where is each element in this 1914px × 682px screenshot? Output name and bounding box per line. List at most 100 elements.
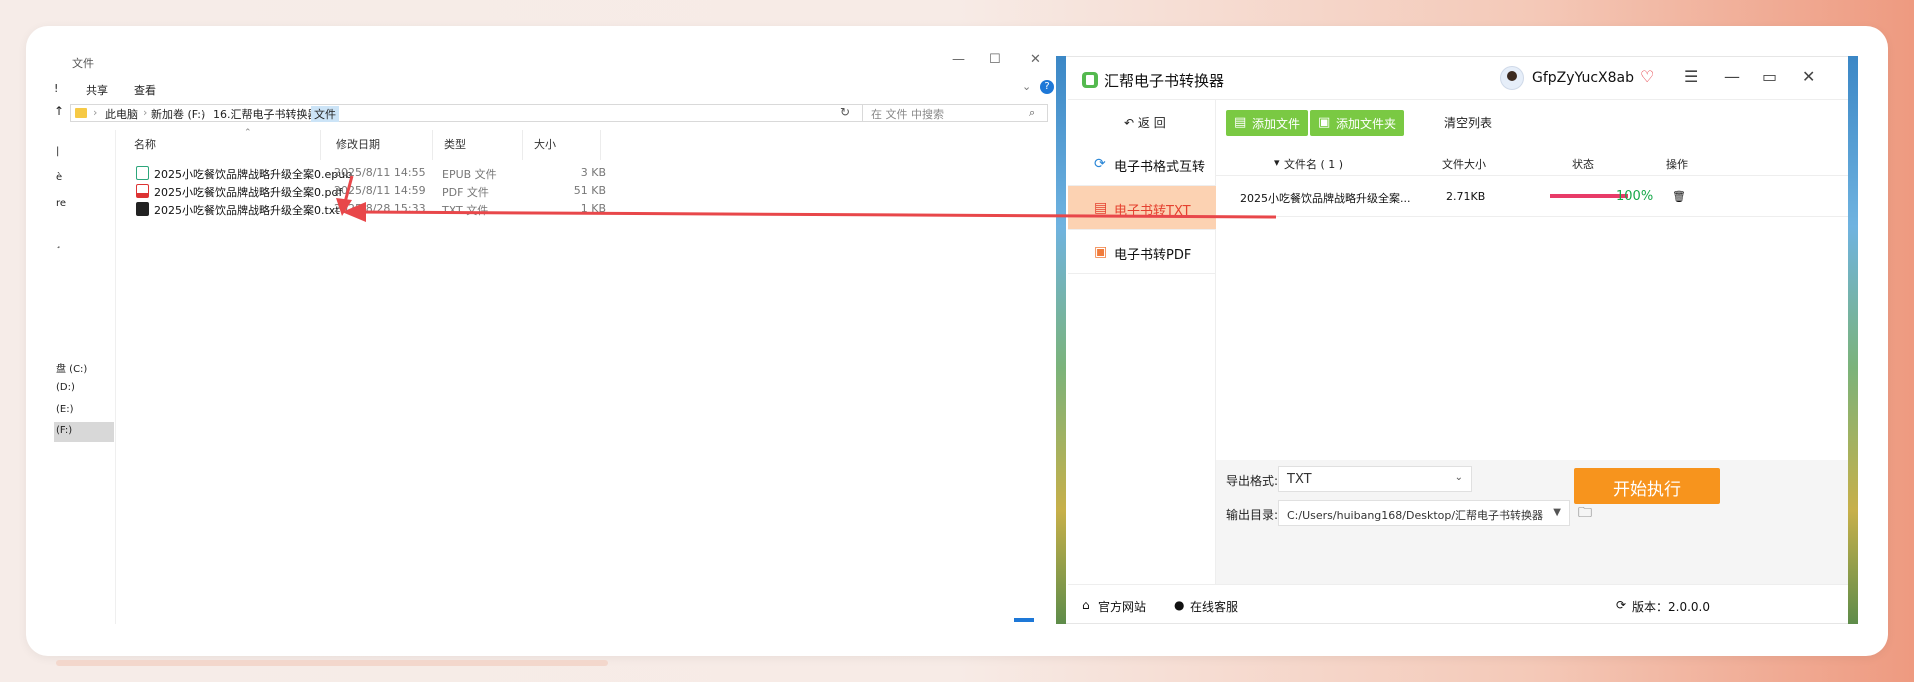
clear-list-button[interactable]: 清空列表 bbox=[1444, 114, 1492, 131]
search-input[interactable]: 在 文件 中搜索 ⌕ bbox=[862, 104, 1048, 122]
address-bar[interactable]: › 此电脑 › 新加卷 (F:) › 16.汇帮电子书转换器 › 文件 ⌄ bbox=[70, 104, 890, 122]
nav-item-drive-e[interactable]: (E:) bbox=[56, 404, 74, 415]
file-size: 3 KB bbox=[580, 166, 606, 179]
sidebar-item-to-pdf[interactable]: ▣ 电子书转PDF bbox=[1068, 230, 1216, 274]
explorer-titlebar: 文件 — ☐ ✕ bbox=[54, 52, 1056, 70]
folder-icon bbox=[75, 108, 87, 118]
table-row[interactable]: 2025小吃餐饮品牌战略升级全案... 2.71KB 100% 🗑 bbox=[1216, 177, 1848, 217]
website-link[interactable]: 官方网站 bbox=[1098, 598, 1146, 615]
maximize-icon[interactable]: ▭ bbox=[1762, 67, 1777, 86]
export-format-label: 导出格式: bbox=[1226, 474, 1279, 488]
file-row[interactable]: 2025小吃餐饮品牌战略升级全案0.epub 2025/8/11 14:55 E… bbox=[134, 164, 734, 182]
file-size: 1 KB bbox=[580, 202, 606, 215]
column-divider[interactable] bbox=[600, 130, 601, 160]
column-header-date[interactable]: 修改日期 bbox=[336, 136, 380, 156]
back-arrow-icon: ↶ bbox=[1124, 116, 1135, 130]
output-dir-label: 输出目录: bbox=[1226, 508, 1279, 522]
refresh-icon[interactable]: ↻ bbox=[840, 105, 850, 119]
sidebar-item-to-txt[interactable]: ▤ 电子书转TXT bbox=[1068, 186, 1216, 230]
output-dir-select[interactable]: C:/Users/huibang168/Desktop/汇帮电子书转换器 ▼ bbox=[1278, 500, 1570, 526]
folder-open-icon[interactable]: 🗀 bbox=[1578, 502, 1592, 526]
column-header-action: 操作 bbox=[1666, 158, 1688, 171]
export-settings: 导出格式: TXT ⌄ 开始执行 输出目录: C:/Users/huibang1… bbox=[1216, 460, 1848, 584]
txt-icon bbox=[136, 202, 149, 216]
breadcrumb-sep-icon: › bbox=[143, 106, 148, 119]
menu-icon[interactable]: ☰ bbox=[1684, 67, 1698, 86]
breadcrumb-current[interactable]: 文件 bbox=[311, 106, 339, 122]
row-filename: 2025小吃餐饮品牌战略升级全案... bbox=[1240, 192, 1411, 205]
background-scenery bbox=[1848, 56, 1858, 624]
nav-item-drive-f[interactable]: (F:) bbox=[54, 422, 114, 442]
back-label: 返 回 bbox=[1137, 116, 1166, 130]
chevron-down-icon[interactable]: ⌄ bbox=[1022, 80, 1031, 93]
file-row[interactable]: 2025小吃餐饮品牌战略升级全案0.pdf 2025/8/11 14:59 PD… bbox=[134, 182, 734, 200]
app-sidebar: ↶ 返 回 ⟳ 电子书格式互转 ▤ 电子书转TXT ▣ 电子书转PDF bbox=[1068, 100, 1216, 584]
username[interactable]: GfpZyYucX8ab bbox=[1532, 70, 1634, 86]
pdf-icon: ▣ bbox=[1094, 244, 1108, 260]
column-header-size[interactable]: 大小 bbox=[534, 136, 556, 156]
progress-percent: 100% bbox=[1616, 189, 1654, 204]
support-link[interactable]: 在线客服 bbox=[1190, 598, 1238, 615]
app-main: ▤ 添加文件 ▣ 添加文件夹 清空列表 ▾ 文件名 ( 1 ) 文件大小 状态 … bbox=[1216, 100, 1848, 584]
maximize-icon[interactable]: ☐ bbox=[989, 52, 1001, 67]
chevron-down-icon: ⌄ bbox=[1454, 472, 1463, 483]
start-button[interactable]: 开始执行 bbox=[1574, 468, 1720, 504]
nav-item-drive-c[interactable]: 盘 (C:) bbox=[56, 360, 87, 375]
export-format-value: TXT bbox=[1287, 472, 1312, 487]
sort-down-icon[interactable]: ▾ bbox=[1274, 156, 1280, 169]
back-button[interactable]: ↶ 返 回 bbox=[1124, 114, 1166, 131]
app-title: 汇帮电子书转换器 bbox=[1104, 72, 1225, 90]
minimize-icon[interactable]: — bbox=[1724, 67, 1740, 86]
breadcrumb-this-pc[interactable]: 此电脑 bbox=[105, 106, 138, 122]
vip-heart-icon[interactable]: ♡ bbox=[1640, 67, 1654, 86]
help-icon[interactable]: ? bbox=[1040, 80, 1054, 94]
column-header-name[interactable]: 名称 bbox=[134, 136, 156, 156]
app-logo-icon bbox=[1082, 72, 1098, 88]
home-icon: ⌂ bbox=[1082, 598, 1090, 612]
minimize-icon[interactable]: — bbox=[952, 52, 965, 67]
file-date: 2025/8/11 14:59 bbox=[334, 184, 426, 197]
column-header-filesize: 文件大小 bbox=[1442, 158, 1486, 171]
add-folder-label: 添加文件夹 bbox=[1336, 117, 1397, 131]
file-row[interactable]: 2025小吃餐饮品牌战略升级全案0.txt 2025/8/28 15:33 TX… bbox=[134, 200, 734, 218]
nav-item[interactable]: è bbox=[56, 172, 62, 183]
close-icon[interactable]: ✕ bbox=[1802, 67, 1815, 86]
breadcrumb-volume-f[interactable]: 新加卷 (F:) bbox=[151, 106, 205, 122]
document-icon: ▤ bbox=[1094, 200, 1108, 216]
export-format-select[interactable]: TXT ⌄ bbox=[1278, 466, 1472, 492]
file-name: 2025小吃餐饮品牌战略升级全案0.txt bbox=[154, 204, 340, 217]
view-toggle[interactable] bbox=[1014, 618, 1034, 622]
epub-icon bbox=[136, 166, 149, 180]
column-header-status: 状态 bbox=[1572, 158, 1594, 171]
column-divider[interactable] bbox=[432, 130, 433, 160]
close-icon[interactable]: ✕ bbox=[1030, 52, 1041, 67]
avatar[interactable] bbox=[1500, 66, 1524, 90]
file-type: PDF 文件 bbox=[442, 186, 489, 199]
nav-item[interactable]: | bbox=[56, 146, 59, 157]
converter-app: 汇帮电子书转换器 GfpZyYucX8ab ♡ ☰ — ▭ ✕ ↶ 返 回 ⟳ … bbox=[1068, 58, 1848, 622]
pdf-icon bbox=[136, 184, 149, 198]
sidebar-item-format-convert[interactable]: ⟳ 电子书格式互转 bbox=[1068, 142, 1216, 186]
column-divider[interactable] bbox=[522, 130, 523, 160]
breadcrumb-sep-icon: › bbox=[93, 106, 98, 119]
sidebar-item-label: 电子书转PDF bbox=[1114, 248, 1192, 263]
nav-item[interactable]: ¸ bbox=[56, 238, 61, 249]
add-folder-button[interactable]: ▣ 添加文件夹 bbox=[1310, 110, 1405, 136]
file-type: EPUB 文件 bbox=[442, 168, 497, 181]
update-icon: ⟳ bbox=[1616, 598, 1627, 612]
folder-plus-icon: ▣ bbox=[1318, 115, 1331, 130]
column-header-filename[interactable]: 文件名 ( 1 ) bbox=[1284, 156, 1343, 172]
ribbon-tab-share[interactable]: 共享 bbox=[86, 82, 108, 98]
column-divider[interactable] bbox=[320, 130, 321, 160]
column-header-type[interactable]: 类型 bbox=[444, 136, 466, 156]
nav-item-drive-d[interactable]: (D:) bbox=[56, 382, 75, 393]
caret-down-icon: ▼ bbox=[1553, 507, 1561, 518]
ribbon-tab-view[interactable]: 查看 bbox=[134, 82, 156, 98]
background-scenery bbox=[1056, 56, 1066, 624]
file-date: 2025/8/11 14:55 bbox=[334, 166, 426, 179]
search-placeholder: 在 文件 中搜索 bbox=[871, 108, 944, 121]
add-file-button[interactable]: ▤ 添加文件 bbox=[1226, 110, 1309, 136]
nav-item[interactable]: re bbox=[56, 198, 66, 209]
trash-icon[interactable]: 🗑 bbox=[1672, 190, 1686, 203]
up-arrow-icon[interactable]: ↑ bbox=[54, 104, 64, 118]
